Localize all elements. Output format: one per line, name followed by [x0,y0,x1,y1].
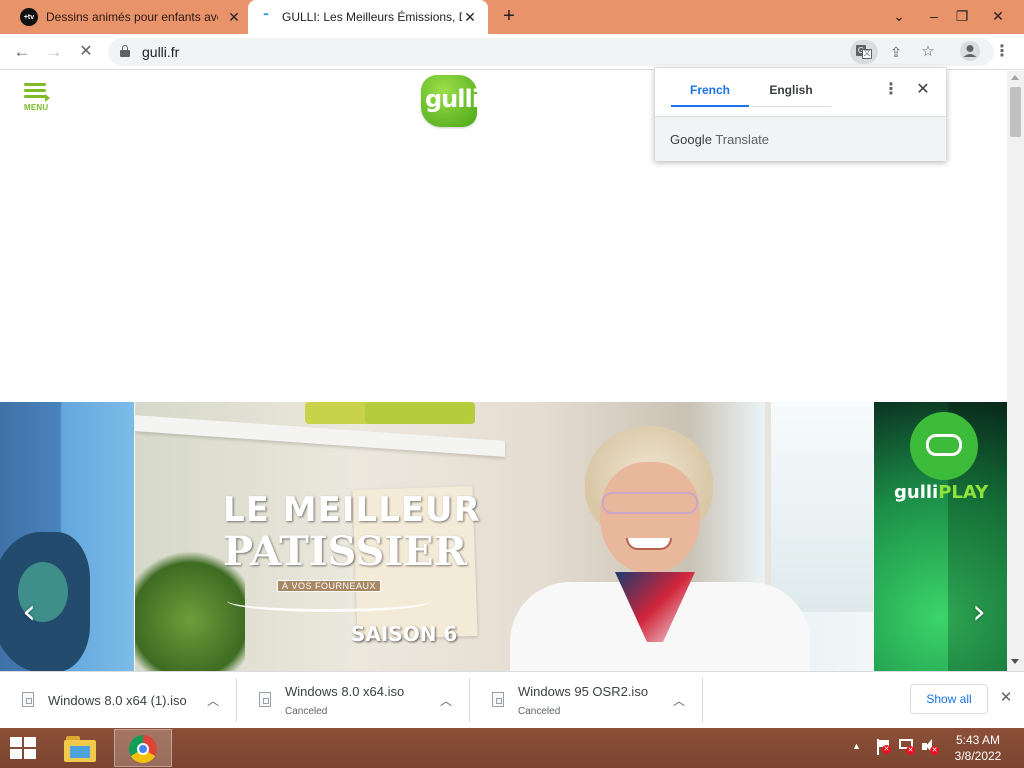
windows-start-icon[interactable] [10,737,38,759]
web-page: MENU gulli LE MEILLEUR PATISSIER À VOS F… [0,71,1007,671]
browser-toolbar: ← → ✕ gulli.fr G文 ⇪ ☆ ⋮ [0,34,1024,70]
network-icon[interactable]: ✕ [899,739,915,755]
forward-button[interactable]: → [42,40,66,64]
carousel-prev-arrow[interactable]: ‹ [14,595,44,629]
bookmark-star-icon[interactable]: ☆ [916,40,940,64]
logo-text: gulli [425,85,480,113]
download-filename: Windows 95 OSR2.iso [518,684,649,699]
season-label: SAISON 6 [351,622,458,646]
close-window-button[interactable]: ✕ [983,4,1013,28]
action-center-flag-icon[interactable]: ✕ [876,739,891,755]
scroll-down-icon[interactable] [1011,659,1019,664]
address-bar[interactable]: gulli.fr G文 ⇪ ☆ [108,38,994,66]
menu-kebab-icon[interactable]: ⋮ [990,40,1014,64]
chevron-up-icon[interactable]: ︿ [439,692,453,708]
download-status: Canceled [518,706,561,717]
url-text[interactable]: gulli.fr [142,44,179,60]
tab-gulli[interactable]: GULLI: Les Meilleurs Émissions, D ✕ [248,0,488,34]
profile-avatar[interactable] [958,40,982,64]
restore-button[interactable]: ❐ [947,4,977,28]
close-icon[interactable]: ✕ [915,81,931,101]
tab-title: GULLI: Les Meilleurs Émissions, D [282,10,462,24]
page-scrollbar[interactable] [1007,71,1024,671]
download-filename: Windows 8.0 x64 (1).iso [48,693,187,708]
clock-date: 3/8/2022 [954,749,1002,763]
minimize-button[interactable]: – [919,4,949,28]
download-item[interactable]: Windows 8.0 x64.iso Canceled ︿ [237,678,470,722]
new-tab-button[interactable]: + [498,6,520,28]
close-tab-icon[interactable]: ✕ [226,9,242,26]
close-icon[interactable]: ✕ [998,690,1014,706]
tab-search-icon[interactable]: ⌄ [884,4,914,28]
tab-target-language[interactable]: English [751,81,831,107]
show-title-line2: PATISSIER [223,528,467,575]
translate-popup: French English ⋮ ✕ Google Translate [654,67,947,161]
show-title-logo: LE MEILLEUR PATISSIER À VOS FOURNEAUX SA… [221,490,481,660]
chevron-up-icon[interactable]: ︿ [672,692,686,708]
file-explorer-icon[interactable] [64,734,98,762]
site-menu-button[interactable]: MENU [24,83,50,113]
tab-title: Dessins animés pour enfants ave [46,10,218,24]
carousel-slide-prev[interactable] [0,402,134,671]
carousel-slide-meilleur-patissier[interactable]: LE MEILLEUR PATISSIER À VOS FOURNEAUX SA… [135,402,873,671]
tab-source-language[interactable]: French [671,81,749,107]
file-icon [492,692,504,707]
stop-loading-button[interactable]: ✕ [74,40,98,64]
gulli-play-logo: gulliPLAY [894,482,989,503]
chevron-up-icon[interactable]: ︿ [206,692,220,708]
translate-icon[interactable]: G文 [850,40,878,64]
loading-spinner-icon [262,13,270,21]
show-all-downloads-button[interactable]: Show all [910,684,988,714]
carousel-slide-gulli-play[interactable]: gulliPLAY [874,402,1007,671]
system-clock[interactable]: 5:43 AM 3/8/2022 [948,732,1008,764]
gamepad-icon [910,412,978,480]
scroll-up-icon[interactable] [1011,75,1019,80]
tab-cartoons[interactable]: +tv Dessins animés pour enfants ave ✕ [14,0,246,34]
host-photo [510,422,810,671]
clock-time: 5:43 AM [955,733,1001,747]
show-tagline: À VOS FOURNEAUX [277,580,382,592]
back-button[interactable]: ← [10,40,34,64]
close-tab-icon[interactable]: ✕ [462,9,478,26]
volume-muted-icon[interactable]: ✕ [922,739,939,755]
lock-icon[interactable] [120,45,130,57]
share-icon[interactable]: ⇪ [884,40,908,64]
translate-footer: Google Translate [655,116,946,161]
menu-label: MENU [24,103,49,112]
download-filename: Windows 8.0 x64.iso [285,684,405,699]
scroll-thumb[interactable] [1010,87,1021,137]
hero-carousel[interactable]: LE MEILLEUR PATISSIER À VOS FOURNEAUX SA… [0,402,1007,671]
show-title-line1: LE MEILLEUR [223,490,481,530]
more-options-icon[interactable]: ⋮ [883,81,899,101]
chrome-icon [129,735,157,763]
file-icon [22,692,34,707]
taskbar-chrome-button[interactable] [114,729,172,767]
windows-taskbar: ▲ ✕ ✕ ✕ 5:43 AM 3/8/2022 [0,728,1024,768]
google-translate-brand: Google Translate [670,132,770,147]
file-icon [259,692,271,707]
download-shelf: Windows 8.0 x64 (1).iso ︿ Windows 8.0 x6… [0,671,1024,728]
tv-icon: +tv [20,8,38,26]
carousel-next-arrow[interactable]: › [964,595,994,629]
tab-strip: +tv Dessins animés pour enfants ave ✕ GU… [0,0,1024,34]
gulli-logo[interactable]: gulli [421,75,480,127]
download-item[interactable]: Windows 8.0 x64 (1).iso ︿ [0,678,237,722]
download-item[interactable]: Windows 95 OSR2.iso Canceled ︿ [470,678,703,722]
download-status: Canceled [285,706,328,717]
show-hidden-icons-icon[interactable]: ▲ [852,741,861,751]
